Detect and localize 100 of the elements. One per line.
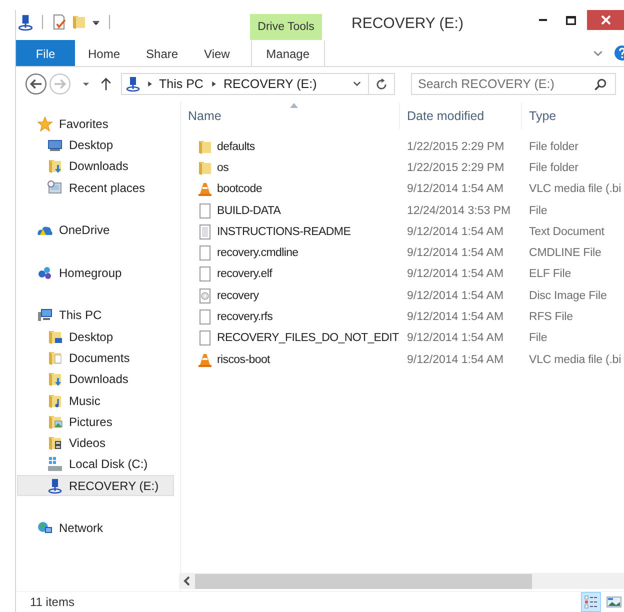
dropdown-chevron-icon[interactable] — [352, 79, 362, 89]
file-name[interactable]: INSTRUCTIONS-README — [217, 226, 351, 238]
address-bar[interactable]: This PC RECOVERY (E:) — [121, 73, 395, 95]
sidebar-item[interactable]: RECOVERY (E:) — [17, 475, 174, 496]
computer-icon — [37, 307, 53, 324]
file-type: Disc Image File — [528, 288, 608, 304]
sidebar-item[interactable]: Homegroup — [17, 262, 174, 284]
properties-icon[interactable] — [51, 14, 67, 30]
date-modified: 9/12/2014 1:54 AM — [406, 288, 505, 304]
download-folder-icon — [47, 371, 63, 388]
homegroup-icon — [37, 264, 53, 281]
sidebar-item[interactable]: Recent places — [17, 176, 174, 198]
item-count: 11 items — [30, 595, 74, 609]
sidebar-item[interactable]: Downloads — [17, 156, 174, 177]
column-header[interactable]: Name — [181, 103, 400, 129]
hard-drive-icon — [47, 456, 63, 472]
refresh-icon[interactable] — [375, 78, 388, 90]
up-arrow-icon[interactable] — [99, 77, 113, 91]
search-field[interactable]: Search RECOVERY (E:) — [411, 73, 616, 95]
traffic-cone-icon — [197, 181, 213, 198]
date-modified: 9/12/2014 1:54 AM — [406, 246, 505, 262]
ribbon-tab[interactable]: Manage — [250, 40, 325, 66]
column-header[interactable]: Type — [522, 103, 624, 129]
ribbon-tab[interactable]: View — [191, 40, 243, 66]
usb-drive-icon — [47, 478, 63, 494]
file-type: RFS File — [528, 310, 574, 326]
documents-folder-icon — [47, 350, 63, 366]
breadcrumb[interactable]: RECOVERY (E:) — [223, 77, 317, 91]
blank-file-icon — [197, 309, 213, 326]
close-icon — [600, 15, 610, 25]
file-type: CMDLINE File — [528, 246, 602, 262]
file-type: VLC media file (.bi — [528, 182, 622, 198]
pictures-folder-icon — [47, 414, 63, 430]
horizontal-scrollbar[interactable] — [179, 573, 624, 589]
sidebar-item[interactable]: Downloads — [17, 368, 174, 390]
file-name[interactable]: riscos-boot — [217, 354, 270, 366]
breadcrumb-arrow-icon — [211, 80, 218, 88]
file-type: VLC media file (.bi — [528, 352, 622, 368]
file-type: File folder — [528, 160, 580, 176]
sidebar-item[interactable]: This PC — [17, 304, 174, 326]
scrollbar-thumb[interactable] — [195, 574, 532, 588]
folder-icon — [197, 138, 213, 155]
file-menu-button[interactable]: File — [16, 40, 75, 66]
sidebar-item[interactable]: Favorites — [17, 113, 174, 134]
date-modified: 9/12/2014 1:54 AM — [406, 182, 505, 198]
blank-file-icon — [197, 202, 213, 219]
breadcrumb-arrow-icon — [147, 80, 153, 88]
sidebar-item[interactable]: Local Disk (C:) — [17, 454, 174, 476]
traffic-cone-icon — [197, 352, 213, 368]
file-name[interactable]: os — [217, 162, 229, 174]
file-name[interactable]: bootcode — [217, 183, 262, 196]
maximize-icon — [566, 16, 576, 24]
date-modified: 9/12/2014 1:54 AM — [406, 267, 505, 282]
back-button[interactable] — [25, 73, 47, 95]
sort-ascending-icon — [290, 103, 298, 108]
music-folder-icon — [47, 392, 63, 408]
sidebar-item[interactable]: Pictures — [17, 411, 174, 432]
sidebar-item[interactable]: Music — [17, 390, 174, 412]
ribbon-tab[interactable]: Home — [75, 40, 134, 66]
file-type: ELF File — [528, 267, 572, 282]
date-modified: 9/12/2014 1:54 AM — [406, 331, 505, 346]
blank-file-icon — [197, 245, 213, 262]
date-modified: 1/22/2015 2:29 PM — [406, 140, 506, 155]
file-name[interactable]: recovery.cmdline — [217, 247, 298, 260]
close-button[interactable] — [587, 10, 624, 30]
file-name[interactable]: defaults — [217, 140, 255, 153]
date-modified: 9/12/2014 1:54 AM — [406, 310, 505, 326]
file-name[interactable]: RECOVERY_FILES_DO_NOT_EDIT — [217, 332, 399, 344]
sidebar-item[interactable]: Desktop — [17, 326, 174, 348]
file-name[interactable]: recovery.elf — [217, 268, 272, 280]
window-title: RECOVERY (E:) — [350, 14, 464, 32]
date-modified: 1/22/2015 2:29 PM — [406, 160, 506, 176]
date-modified: 12/24/2014 3:53 PM — [406, 204, 512, 219]
file-type: File — [528, 331, 548, 346]
star-icon — [37, 116, 53, 132]
sidebar-item[interactable]: Videos — [17, 432, 174, 454]
sidebar-item[interactable]: Desktop — [17, 134, 174, 156]
recent-places-icon — [47, 180, 63, 196]
ribbon-tab[interactable]: Share — [133, 40, 192, 66]
blank-file-icon — [197, 266, 213, 282]
context-tab-label[interactable]: Drive Tools — [250, 14, 322, 40]
sidebar-item[interactable]: Network — [17, 518, 174, 539]
details-view-button[interactable] — [581, 592, 601, 612]
file-name[interactable]: recovery — [217, 290, 259, 302]
folder-icon — [197, 160, 213, 176]
column-header[interactable]: Date modified — [400, 103, 522, 129]
date-modified: 9/12/2014 1:54 AM — [406, 352, 505, 368]
desktop-folder-icon — [47, 328, 63, 345]
file-name[interactable]: recovery.rfs — [217, 311, 273, 324]
download-folder-icon — [47, 158, 63, 174]
sidebar-item[interactable]: OneDrive — [17, 219, 174, 241]
usb-drive-icon — [17, 14, 34, 30]
search-icon[interactable] — [594, 78, 607, 90]
date-modified: 9/12/2014 1:54 AM — [406, 224, 505, 240]
file-type: File folder — [528, 140, 580, 155]
file-name[interactable]: BUILD-DATA — [217, 204, 281, 217]
text-file-icon — [197, 224, 213, 240]
sidebar-item[interactable]: Documents — [17, 347, 174, 369]
usb-drive-icon — [125, 76, 141, 92]
breadcrumb[interactable]: This PC — [159, 77, 204, 91]
